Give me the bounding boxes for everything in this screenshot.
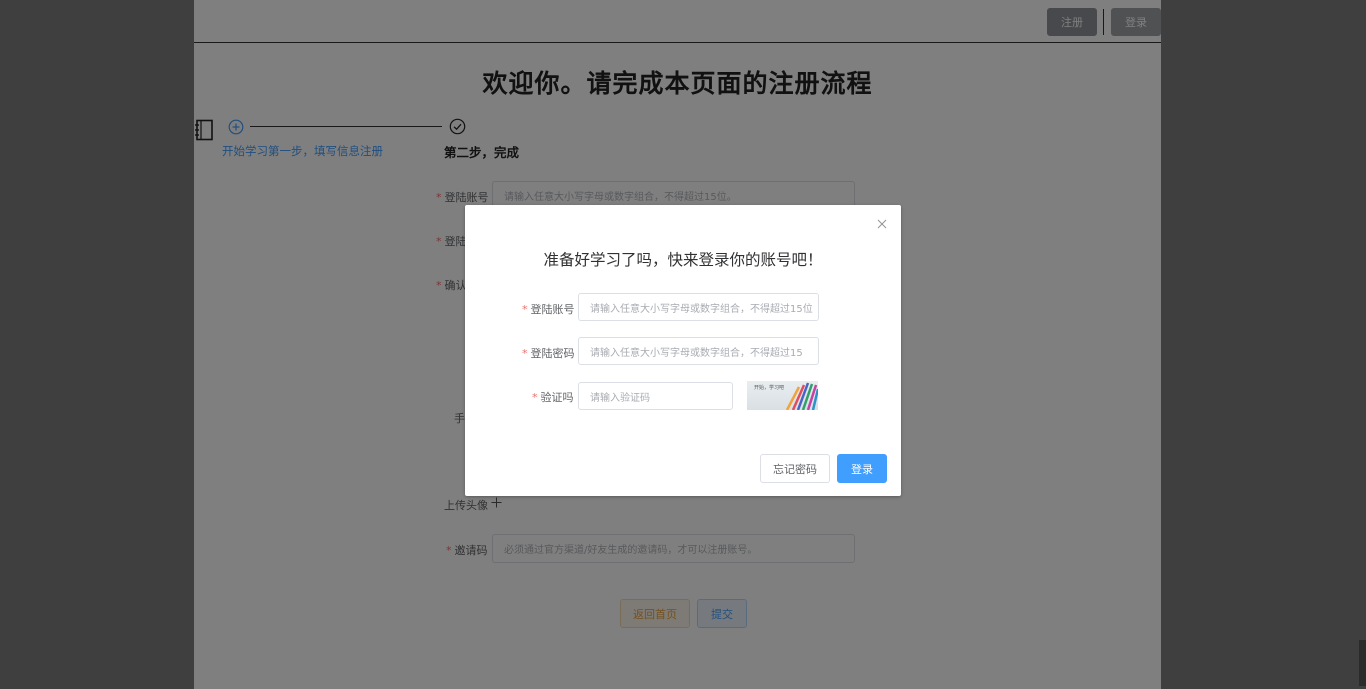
captcha-input[interactable]: 请输入验证码 <box>578 382 733 410</box>
dialog-login-button[interactable]: 登录 <box>837 454 887 483</box>
captcha-label: * 验证吗 <box>532 391 574 404</box>
system-tray-widget <box>1359 640 1366 686</box>
captcha-pencils-icon <box>785 382 818 410</box>
captcha-image[interactable]: 开始，学习吧 <box>747 381 818 410</box>
dialog-title: 准备好学习了吗，快来登录你的账号吧！ <box>543 251 823 269</box>
dialog-password-label: * 登陆密码 <box>522 347 575 360</box>
close-icon[interactable] <box>877 219 887 229</box>
dialog-account-input[interactable]: 请输入任意大小写字母或数字组合，不得超过15位 <box>578 293 819 321</box>
forgot-password-button[interactable]: 忘记密码 <box>760 454 830 483</box>
login-dialog: 准备好学习了吗，快来登录你的账号吧！ * 登陆账号 请输入任意大小写字母或数字组合… <box>465 205 901 496</box>
dialog-account-label: * 登陆账号 <box>522 303 575 316</box>
dialog-password-input[interactable]: 请输入任意大小写字母或数字组合，不得超过15 <box>578 337 819 365</box>
